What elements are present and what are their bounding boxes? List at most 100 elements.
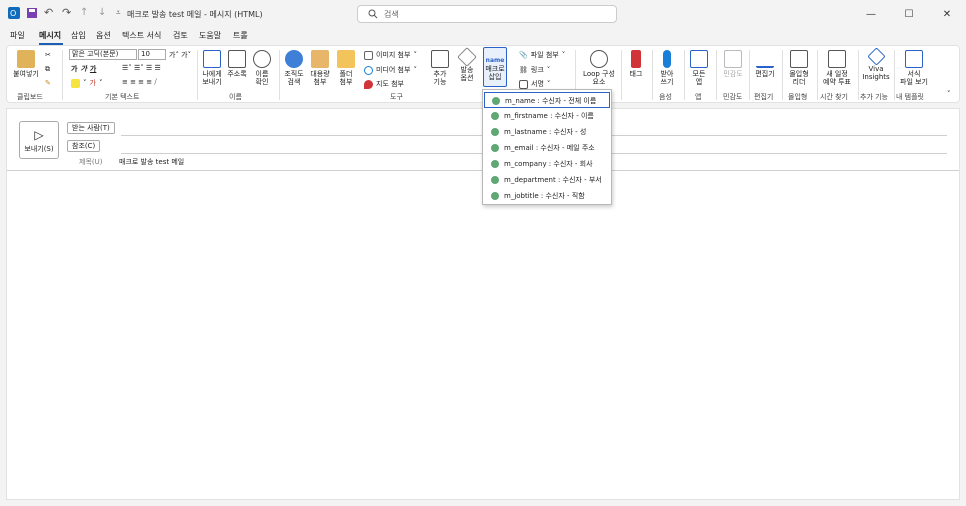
group-sensitivity: 민감도 (723, 93, 743, 101)
collapse-ribbon-icon[interactable]: ˅ (947, 90, 951, 98)
map-pin-icon (364, 79, 373, 89)
macro-item-m-name[interactable]: m_name : 수신자 - 전체 이름 (484, 92, 610, 108)
loop-button[interactable]: Loop 구성 요소 (579, 50, 619, 86)
address-book-button[interactable]: 주소록 (225, 50, 249, 78)
outlook-icon: O (8, 7, 20, 19)
tab-help[interactable]: 도움말 (199, 30, 221, 41)
add-func-button[interactable]: 추가 기능 (428, 50, 452, 86)
tab-tools[interactable]: 트롤 (233, 30, 248, 41)
paste-button[interactable]: 붙여넣기 (11, 50, 41, 78)
large-attach-button[interactable]: 대용량 첨부 (308, 50, 332, 86)
immersive-reader-button[interactable]: 몰입형 리더 (785, 50, 813, 86)
label: 모든 (692, 70, 706, 78)
template-icon (905, 50, 923, 68)
send-options-button[interactable]: 발송 옵션 (455, 47, 479, 82)
viva-insights-button[interactable]: Viva Insights (861, 47, 891, 81)
macro-item-m-email[interactable]: m_email : 수신자 - 메일 주소 (484, 140, 610, 156)
label: 파일 첨부 (530, 51, 559, 59)
tab-options[interactable]: 옵션 (96, 30, 111, 41)
group-apps: 앱 (695, 93, 702, 101)
check-names-button[interactable]: 이름 확인 (250, 50, 274, 86)
send-label: 보내기(S) (24, 145, 54, 153)
label: 민감도 (723, 70, 743, 78)
cc-button[interactable]: 참조(C) (67, 140, 101, 152)
group-find-time: 시간 찾기 (820, 93, 848, 101)
grow-font-icon[interactable]: 가˄ 가˅ (169, 50, 191, 60)
macro-item-m-firstname[interactable]: m_firstname : 수신자 - 이름 (484, 108, 610, 124)
view-templates-button[interactable]: 서식 파일 보기 (897, 50, 931, 86)
tab-message[interactable]: 메시지 (39, 30, 61, 41)
label: 요소 (592, 78, 606, 86)
cut-icon[interactable]: ✂ (45, 51, 51, 59)
file-attach-button[interactable]: 📎 파일 첨부 ˅ (519, 50, 565, 60)
save-icon[interactable] (26, 7, 38, 19)
to-button[interactable]: 받는 사람(T) (67, 122, 115, 134)
font-size-select[interactable]: 10 (138, 49, 166, 60)
bold-icon[interactable]: 가 가 가 (71, 64, 96, 74)
editor-button[interactable]: 편집기 (752, 50, 778, 78)
label: 앱 (695, 78, 703, 86)
tab-insert[interactable]: 삽입 (71, 30, 86, 41)
window-title: 매크로 발송 test 메일 - 메시지 (HTML) (127, 10, 263, 19)
macro-insert-button[interactable]: name 매크로 삽입 (483, 47, 507, 87)
org-search-button[interactable]: 조직도 검색 (282, 50, 306, 86)
macro-item-m-jobtitle[interactable]: m_jobtitle : 수신자 - 직함 (484, 188, 610, 204)
map-attach-button[interactable]: 지도 첨부 (364, 79, 404, 89)
tab-review[interactable]: 검토 (173, 30, 188, 41)
window-icon (431, 50, 449, 68)
subject-input[interactable]: 매크로 발송 test 메일 (119, 157, 184, 167)
macro-item-m-department[interactable]: m_department : 수신자 - 부서 (484, 172, 610, 188)
tags-button[interactable]: 태그 (624, 50, 648, 78)
group-basic-text: 기본 텍스트 (105, 93, 140, 101)
svg-text:O: O (10, 9, 16, 18)
align-icon[interactable]: ≡ ≡ ≡ ≡ ⧸ (122, 78, 157, 87)
signature-button[interactable]: 서명 ˅ (519, 79, 550, 89)
message-body[interactable] (17, 179, 947, 489)
group-voice: 음성 (659, 93, 672, 101)
macro-item-m-lastname[interactable]: m_lastname : 수신자 - 성 (484, 124, 610, 140)
label: m_lastname : 수신자 - 성 (504, 128, 587, 136)
label: 몰입형 (789, 70, 809, 78)
separator (782, 50, 783, 100)
close-button[interactable]: ✕ (928, 0, 966, 28)
minimize-button[interactable]: — (852, 0, 890, 28)
arrow-down-icon[interactable]: ↓ (98, 7, 110, 19)
image-attach-button[interactable]: 이미지 첨부 ˅ (364, 50, 417, 60)
macro-icon (491, 112, 499, 120)
maximize-button[interactable]: ☐ (890, 0, 928, 28)
sensitivity-button[interactable]: 민감도 (720, 50, 746, 78)
label: 확인 (255, 78, 269, 86)
label: 미디어 첨부 (376, 66, 411, 74)
highlight-icon[interactable]: ˅ 가 ˅ (71, 78, 102, 88)
group-addins: 추가 기능 (860, 93, 888, 101)
folder-attach-button[interactable]: 폴더 첨부 (334, 50, 358, 86)
tab-format-text[interactable]: 텍스트 서식 (122, 30, 161, 41)
undo-icon[interactable]: ↶ (44, 7, 56, 19)
label: 첨부 (339, 78, 353, 86)
media-icon (364, 65, 373, 75)
group-immersive: 몰입형 (788, 93, 808, 101)
sensitivity-icon (724, 50, 742, 68)
macro-item-m-company[interactable]: m_company : 수신자 - 회사 (484, 156, 610, 172)
label: 편집기 (755, 70, 775, 78)
label: 예약 투표 (823, 78, 851, 86)
tab-file[interactable]: 파일 (10, 30, 25, 41)
arrow-up-icon[interactable]: ↑ (80, 7, 92, 19)
send-to-me-button[interactable]: 나에게 보내기 (200, 50, 224, 86)
font-name-select[interactable]: 맑은 고딕(본문) (69, 49, 137, 60)
label: m_department : 수신자 - 부서 (504, 176, 602, 184)
format-painter-icon[interactable]: ✎ (45, 79, 51, 87)
new-schedule-poll-button[interactable]: 새 일정 예약 투표 (819, 50, 855, 86)
copy-icon[interactable]: ⧉ (45, 65, 50, 74)
redo-icon[interactable]: ↷ (62, 7, 74, 19)
bullets-icon[interactable]: ☰˅ ☰˅ ☰ ☰ (122, 64, 161, 72)
media-attach-button[interactable]: 미디어 첨부 ˅ (364, 65, 417, 75)
org-chart-icon (285, 50, 303, 68)
search-input[interactable]: 검색 (357, 5, 617, 23)
label: m_firstname : 수신자 - 이름 (504, 112, 594, 120)
dictate-button[interactable]: 받아 쓰기 (655, 50, 679, 86)
link-button[interactable]: ⛓ 링크 ˅ (519, 65, 550, 75)
label: 나에게 (202, 70, 222, 78)
send-button[interactable]: ▷ 보내기(S) (19, 121, 59, 159)
all-apps-button[interactable]: 모든 앱 (687, 50, 711, 86)
